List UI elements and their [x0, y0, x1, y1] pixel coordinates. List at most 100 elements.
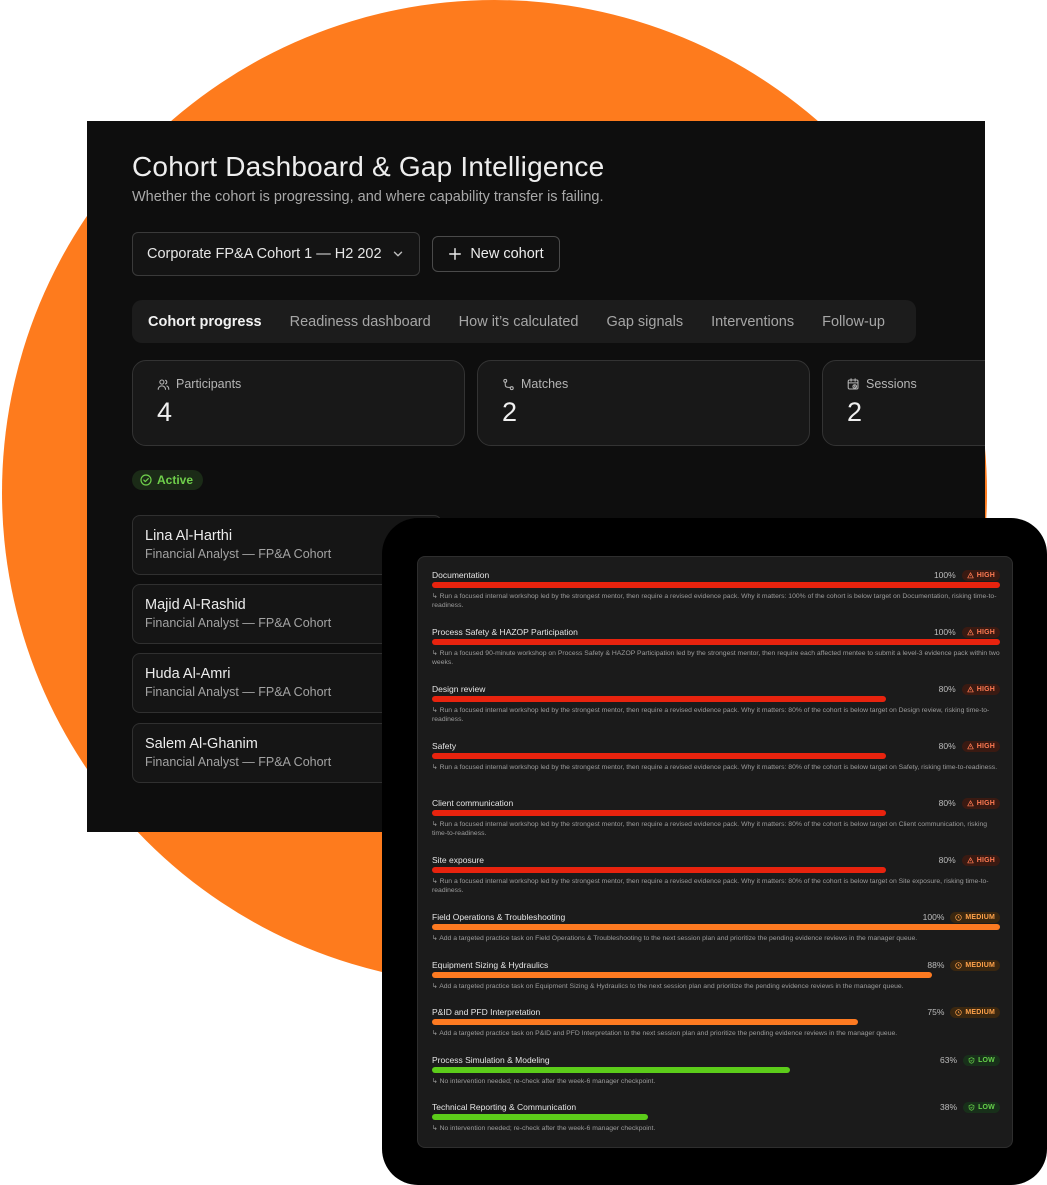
severity-label: HIGH — [976, 856, 995, 864]
gap-recommendation: ↳ Run a focused internal workshop led by… — [432, 764, 998, 771]
tab-readiness-dashboard[interactable]: Readiness dashboard — [290, 314, 431, 330]
severity-badge: MEDIUM — [950, 1006, 1000, 1018]
clock-icon — [955, 1008, 963, 1016]
severity-badge: MEDIUM — [950, 911, 1000, 923]
gap-bar-fill — [432, 753, 887, 759]
gap-signal-row: Technical Reporting & Communication 38% LO… — [432, 1101, 1000, 1133]
gap-bar-track — [432, 1019, 1000, 1025]
warning-triangle-icon — [967, 799, 974, 806]
gap-bar-fill — [432, 639, 1000, 645]
gap-bar-track — [432, 867, 1000, 873]
cohort-select[interactable]: Corporate FP&A Cohort 1 — H2 202 — [132, 232, 420, 276]
tab-cohort-progress[interactable]: Cohort progress — [148, 314, 262, 330]
route-icon — [503, 378, 514, 390]
gap-bar-track — [432, 972, 1000, 978]
gap-recommendation: ↳ Add a targeted practice task on Equipm… — [432, 983, 904, 990]
gap-bar-fill — [432, 582, 1000, 588]
gap-percent: 88% — [927, 960, 945, 970]
warning-triangle-icon — [967, 856, 974, 863]
stat-card-sessions: Sessions 2 — [822, 360, 985, 446]
severity-label: MEDIUM — [965, 961, 995, 969]
plus-icon — [449, 248, 462, 260]
warning-triangle-icon — [967, 685, 974, 692]
severity-badge: HIGH — [961, 626, 1000, 638]
warning-triangle-icon — [967, 571, 974, 578]
gap-name: Equipment Sizing & Hydraulics — [432, 960, 549, 970]
severity-label: LOW — [978, 1103, 995, 1111]
warning-triangle-icon — [967, 742, 974, 749]
severity-badge: LOW — [963, 1054, 1000, 1066]
gap-bar-track — [432, 639, 1000, 645]
tablet-frame: Documentation 100% HIGH ↳ Run a focused int… — [382, 518, 1047, 1185]
severity-badge: MEDIUM — [950, 959, 1000, 971]
severity-label: HIGH — [976, 685, 995, 693]
cohort-select-value: Corporate FP&A Cohort 1 — H2 202 — [147, 246, 382, 262]
gap-percent: 100% — [922, 912, 945, 922]
check-circle-icon — [140, 474, 152, 486]
gap-recommendation: ↳ No intervention needed; re-check after… — [432, 1078, 656, 1085]
gap-name: Process Safety & HAZOP Participation — [432, 627, 578, 637]
gap-signal-row: Process Safety & HAZOP Participation 100%… — [432, 626, 1000, 667]
gap-signal-row: Safety 80% HIGH ↳ Run a focused internal wo… — [432, 740, 1000, 772]
tab-follow-up[interactable]: Follow-up — [822, 314, 885, 330]
tab-bar: Cohort progress Readiness dashboard How … — [132, 300, 916, 343]
gap-name: Design review — [432, 684, 486, 694]
gap-bar-fill — [432, 1114, 648, 1120]
severity-badge: HIGH — [961, 854, 1000, 866]
new-cohort-label: New cohort — [470, 246, 544, 262]
gap-signal-row: P&ID and PFD Interpretation 75% MEDIUM ↳ Ad… — [432, 1006, 1000, 1038]
page-title: Cohort Dashboard & Gap Intelligence — [132, 151, 605, 182]
stat-value: 4 — [157, 397, 173, 427]
stat-value: 2 — [502, 397, 518, 427]
gap-name: Process Simulation & Modeling — [432, 1055, 550, 1065]
users-icon — [157, 379, 170, 390]
gap-signal-row: Equipment Sizing & Hydraulics 88% MEDIUM ↳ … — [432, 959, 1000, 991]
status-badge: Active — [132, 470, 204, 490]
severity-badge: LOW — [963, 1101, 1000, 1113]
gap-name: Safety — [432, 741, 457, 751]
gap-bar-fill — [432, 867, 887, 873]
stat-card-participants: Participants 4 — [132, 360, 465, 446]
gap-recommendation: ↳ Run a focused internal workshop led by… — [432, 821, 988, 837]
gap-percent: 75% — [927, 1007, 945, 1017]
gap-signal-row: Client communication 80% HIGH ↳ Run a focus… — [432, 797, 1000, 838]
shield-check-icon — [968, 1056, 975, 1064]
severity-label: HIGH — [976, 799, 995, 807]
tab-how-calculated[interactable]: How it’s calculated — [459, 314, 579, 330]
warning-triangle-icon — [967, 628, 974, 635]
gap-signal-row: Field Operations & Troubleshooting 100% ME… — [432, 911, 1000, 943]
gap-recommendation: ↳ No intervention needed; re-check after… — [432, 1125, 656, 1132]
gap-name: Technical Reporting & Communication — [432, 1102, 577, 1112]
severity-label: HIGH — [976, 742, 995, 750]
severity-badge: HIGH — [961, 740, 1000, 752]
new-cohort-button[interactable]: New cohort — [432, 236, 560, 272]
severity-label: MEDIUM — [965, 1008, 995, 1016]
clock-icon — [955, 961, 963, 969]
gap-bar-track — [432, 753, 1000, 759]
severity-label: HIGH — [976, 571, 995, 579]
shield-check-icon — [968, 1103, 975, 1111]
gap-bar-track — [432, 1067, 1000, 1073]
tab-interventions[interactable]: Interventions — [711, 314, 794, 330]
gap-percent: 80% — [938, 855, 956, 865]
page-subtitle: Whether the cohort is progressing, and w… — [132, 189, 604, 205]
gap-percent: 80% — [938, 684, 956, 694]
gap-percent: 80% — [938, 741, 956, 751]
chevron-down-icon — [393, 251, 403, 257]
gap-percent: 38% — [940, 1102, 958, 1112]
stat-card-matches: Matches 2 — [477, 360, 810, 446]
gap-signal-row: Site exposure 80% HIGH ↳ Run a focused inte… — [432, 854, 1000, 895]
gap-name: Site exposure — [432, 855, 484, 865]
gap-recommendation: ↳ Add a targeted practice task on Field … — [432, 935, 918, 942]
severity-label: LOW — [978, 1056, 995, 1064]
gap-bar-fill — [432, 1067, 790, 1073]
tab-gap-signals[interactable]: Gap signals — [607, 314, 684, 330]
gap-bar-fill — [432, 1019, 858, 1025]
gap-bar-track — [432, 810, 1000, 816]
gap-bar-fill — [432, 924, 1000, 930]
gap-bar-fill — [432, 810, 887, 816]
gap-percent: 100% — [933, 627, 956, 637]
gap-percent: 100% — [933, 570, 956, 580]
severity-badge: HIGH — [961, 797, 1000, 809]
gap-name: Documentation — [432, 570, 490, 580]
